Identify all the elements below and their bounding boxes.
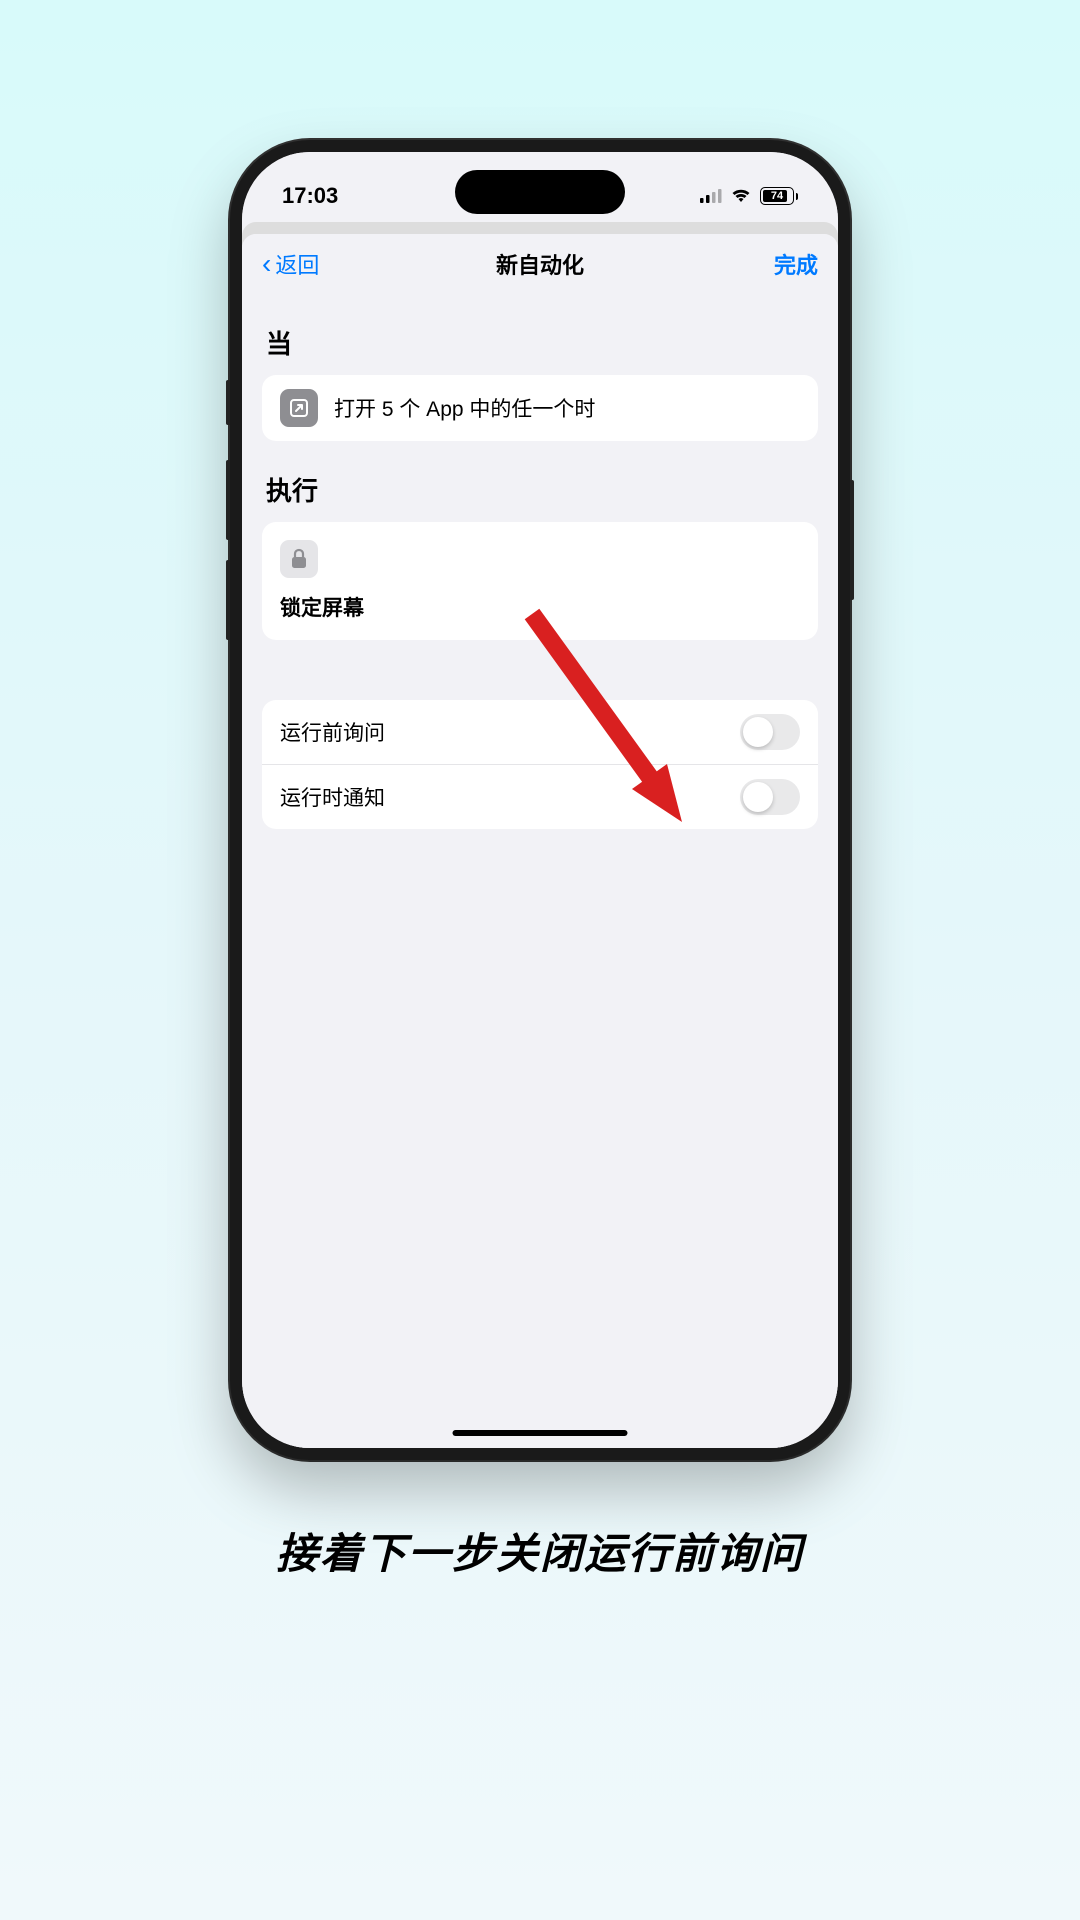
lock-icon [280,540,318,578]
notify-when-label: 运行时通知 [280,782,385,812]
caption-text: 接着下一步关闭运行前询问 [276,1520,804,1581]
ask-before-toggle[interactable] [740,714,800,750]
content-area: 当 打开 5 个 App 中的任一个时 执行 [242,324,838,829]
phone-frame: 17:03 [230,140,850,1460]
phone-volume-up [226,460,230,540]
phone-side-button [226,380,230,425]
notify-when-run-row: 运行时通知 [262,765,818,829]
nav-bar: ‹ 返回 新自动化 完成 [242,234,838,294]
back-button[interactable]: ‹ 返回 [262,248,319,280]
when-condition-text: 打开 5 个 App 中的任一个时 [334,393,595,423]
toggles-card: 运行前询问 运行时通知 [262,700,818,829]
phone-screen: 17:03 [242,152,838,1448]
phone-power-button [850,480,854,600]
wifi-icon [730,188,752,204]
when-section-header: 当 [262,324,818,361]
back-label: 返回 [275,248,319,280]
home-indicator[interactable] [453,1430,628,1436]
when-condition-card[interactable]: 打开 5 个 App 中的任一个时 [262,375,818,441]
battery-icon: 74 [760,187,798,205]
signal-icon [700,189,722,203]
modal-sheet: ‹ 返回 新自动化 完成 当 打开 5 [242,234,838,1448]
status-icons: 74 [700,187,798,205]
app-open-icon [280,389,318,427]
done-button[interactable]: 完成 [774,248,818,280]
do-action-card[interactable]: 锁定屏幕 [262,522,818,640]
do-section-header: 执行 [262,471,818,508]
dynamic-island [455,170,625,214]
status-time: 17:03 [282,183,338,209]
page-title: 新自动化 [496,248,584,280]
battery-level: 74 [771,190,783,202]
ask-before-running-row: 运行前询问 [262,700,818,765]
chevron-left-icon: ‹ [262,248,271,280]
notify-when-toggle[interactable] [740,779,800,815]
phone-volume-down [226,560,230,640]
ask-before-label: 运行前询问 [280,717,385,747]
do-action-text: 锁定屏幕 [280,592,364,622]
